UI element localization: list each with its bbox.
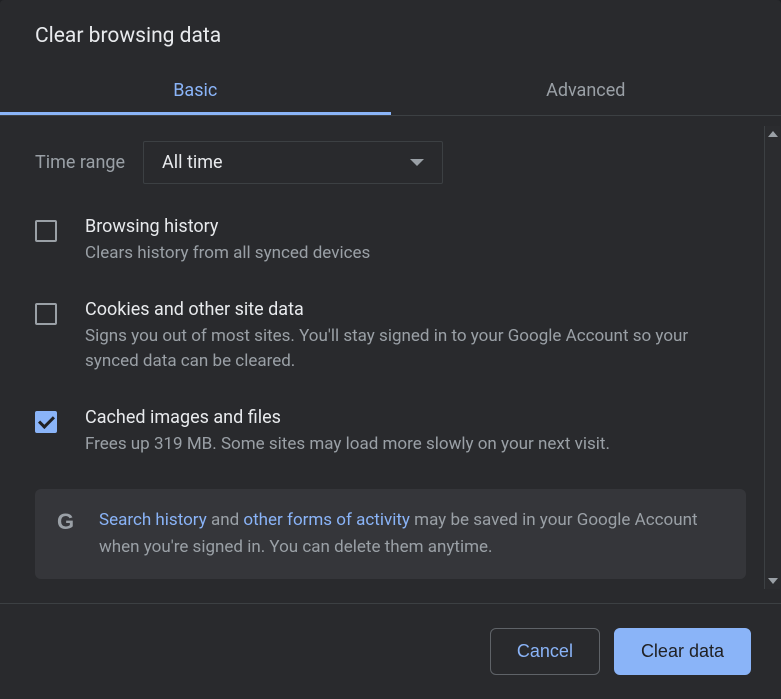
scroll-down-icon[interactable] <box>765 573 780 589</box>
option-browsing-history: Browsing history Clears history from all… <box>35 216 746 267</box>
option-cached: Cached images and files Frees up 319 MB.… <box>35 407 746 458</box>
time-range-dropdown[interactable]: All time <box>143 141 443 184</box>
tab-basic[interactable]: Basic <box>0 66 391 115</box>
option-title: Browsing history <box>85 216 746 237</box>
tab-bar: Basic Advanced <box>0 66 781 116</box>
dialog-title: Clear browsing data <box>0 0 781 66</box>
clear-data-button[interactable]: Clear data <box>614 628 751 675</box>
info-text: Search history and other forms of activi… <box>99 507 724 561</box>
time-range-label: Time range <box>35 152 125 173</box>
dialog-content: Time range All time Browsing history Cle… <box>0 116 781 603</box>
time-range-row: Time range All time <box>35 141 746 184</box>
google-icon: G <box>57 509 79 531</box>
dialog-footer: Cancel Clear data <box>0 603 781 699</box>
other-activity-link[interactable]: other forms of activity <box>243 510 410 530</box>
search-history-link[interactable]: Search history <box>99 510 207 530</box>
info-text-fragment: and <box>207 510 244 530</box>
option-cookies: Cookies and other site data Signs you ou… <box>35 299 746 375</box>
option-desc: Frees up 319 MB. Some sites may load mor… <box>85 432 746 458</box>
chevron-down-icon <box>410 159 424 166</box>
option-text-block: Cookies and other site data Signs you ou… <box>85 299 746 375</box>
google-account-info-card: G Search history and other forms of acti… <box>35 489 746 579</box>
checkbox-cookies[interactable] <box>35 303 57 325</box>
option-desc: Signs you out of most sites. You'll stay… <box>85 324 746 375</box>
option-desc: Clears history from all synced devices <box>85 241 746 267</box>
checkbox-browsing-history[interactable] <box>35 220 57 242</box>
option-title: Cookies and other site data <box>85 299 746 320</box>
cancel-button[interactable]: Cancel <box>490 628 600 675</box>
option-title: Cached images and files <box>85 407 746 428</box>
option-text-block: Cached images and files Frees up 319 MB.… <box>85 407 746 458</box>
clear-browsing-data-dialog: Clear browsing data Basic Advanced Time … <box>0 0 781 699</box>
time-range-value: All time <box>162 152 223 173</box>
scroll-up-icon[interactable] <box>765 126 780 142</box>
tab-advanced[interactable]: Advanced <box>391 66 781 115</box>
checkbox-cached[interactable] <box>35 411 57 433</box>
option-text-block: Browsing history Clears history from all… <box>85 216 746 267</box>
scrollbar[interactable] <box>764 126 780 589</box>
